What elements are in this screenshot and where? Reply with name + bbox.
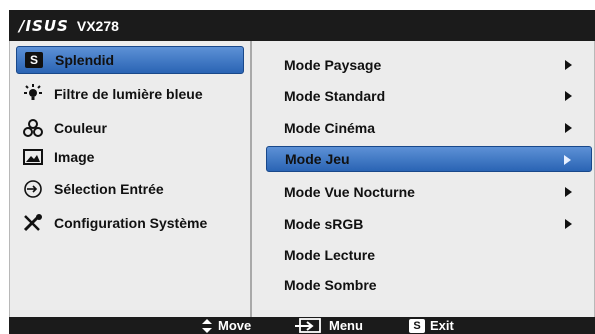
submenu-item-label: Mode Jeu [285, 151, 350, 167]
submenu-item-reading[interactable]: Mode Lecture [266, 242, 592, 268]
footer-exit-label: Exit [430, 318, 454, 333]
submenu: Mode Paysage Mode Standard Mode Cinéma M… [260, 41, 595, 317]
submenu-item-label: Mode Standard [284, 88, 386, 104]
menu-item-system-setup[interactable]: Configuration Système [16, 209, 244, 237]
submenu-item-label: Mode Sombre [284, 277, 377, 293]
asus-logo: /ISUS [19, 16, 69, 35]
osd-panel: S Splendid Filtre de lumière bleue Coule… [9, 41, 595, 317]
menu-item-label: Image [54, 149, 95, 165]
menu-item-bluelight-filter[interactable]: Filtre de lumière bleue [16, 80, 244, 108]
menu-item-label: Configuration Système [54, 215, 208, 231]
menu-item-color[interactable]: Couleur [16, 114, 244, 142]
menu-item-image[interactable]: Image [16, 143, 244, 171]
color-icon [22, 118, 44, 138]
submenu-item-scenery[interactable]: Mode Paysage [266, 52, 592, 78]
chevron-right-icon [565, 60, 572, 70]
submenu-item-label: Mode Lecture [284, 247, 376, 263]
chevron-right-icon [565, 219, 572, 229]
menu-item-input-select[interactable]: Sélection Entrée [16, 175, 244, 203]
submenu-item-label: Mode Vue Nocturne [284, 184, 415, 200]
menu-item-label: Splendid [55, 52, 115, 68]
osd-title-bar: /ISUS VX278 [9, 10, 595, 41]
menu-item-label: Filtre de lumière bleue [54, 86, 203, 102]
submenu-item-label: Mode sRGB [284, 216, 364, 232]
tools-icon [22, 213, 44, 233]
enter-icon [294, 317, 324, 334]
up-down-arrows-icon [201, 318, 213, 334]
chevron-right-icon [565, 123, 572, 133]
chevron-right-icon [564, 155, 571, 165]
chevron-right-icon [565, 91, 572, 101]
image-icon [22, 147, 44, 167]
menu-item-label: Couleur [54, 120, 107, 136]
chevron-right-icon [565, 187, 572, 197]
osd-footer: Move Menu S Exit [9, 317, 595, 334]
submenu-item-standard[interactable]: Mode Standard [266, 83, 592, 109]
menu-item-splendid[interactable]: S Splendid [16, 46, 244, 74]
footer-exit[interactable]: S Exit [409, 317, 454, 334]
footer-menu-label: Menu [329, 318, 363, 333]
s-badge: S [25, 52, 43, 68]
menu-item-label: Sélection Entrée [54, 181, 164, 197]
splendid-s-icon: S [23, 50, 45, 70]
submenu-item-label: Mode Paysage [284, 57, 382, 73]
input-icon [22, 179, 44, 199]
menu-divider [250, 41, 252, 317]
submenu-item-cinema[interactable]: Mode Cinéma [266, 115, 592, 141]
submenu-item-night-view[interactable]: Mode Vue Nocturne [266, 179, 592, 205]
footer-move[interactable]: Move [201, 317, 251, 334]
footer-menu[interactable]: Menu [294, 317, 363, 334]
submenu-item-game[interactable]: Mode Jeu [266, 146, 592, 172]
exit-badge: S [409, 318, 425, 333]
submenu-item-label: Mode Cinéma [284, 120, 376, 136]
main-menu: S Splendid Filtre de lumière bleue Coule… [10, 41, 250, 317]
model-name: VX278 [76, 17, 119, 34]
footer-move-label: Move [218, 318, 252, 333]
submenu-item-srgb[interactable]: Mode sRGB [266, 211, 592, 237]
bluelight-icon [22, 84, 44, 104]
submenu-item-darkroom[interactable]: Mode Sombre [266, 272, 592, 298]
s-button-icon: S [409, 318, 425, 333]
